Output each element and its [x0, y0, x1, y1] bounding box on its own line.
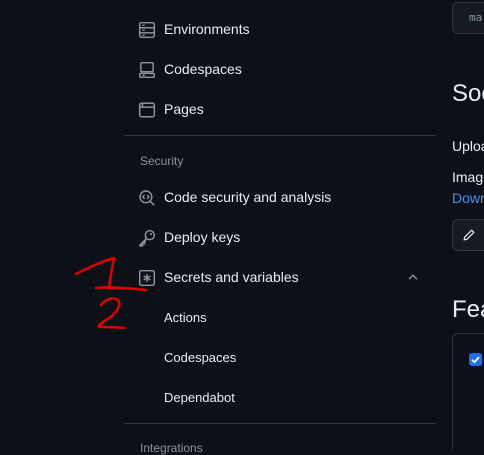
- chevron-up-icon[interactable]: [406, 270, 420, 284]
- sidebar-item-deploy-keys[interactable]: Deploy keys: [124, 219, 436, 255]
- codescan-icon: [138, 189, 156, 207]
- main-content: ma Soc Uploa Imag Dowr Fea: [452, 0, 484, 449]
- sidebar-subitem-dependabot[interactable]: Dependabot: [124, 379, 436, 415]
- upload-text: Uploa: [452, 138, 484, 154]
- sidebar-item-code-security[interactable]: Code security and analysis: [124, 179, 436, 215]
- sidebar-item-label: Pages: [164, 101, 204, 117]
- settings-sidebar: Environments Codespaces Pages Security C…: [124, 0, 436, 455]
- annotation-2: [97, 297, 126, 330]
- server-icon: [138, 21, 156, 39]
- sidebar-item-secrets-and-variables[interactable]: Secrets and variables: [124, 259, 436, 295]
- image-text: Imag: [452, 169, 484, 185]
- asterisk-icon: [138, 269, 156, 287]
- browser-icon: [138, 101, 156, 119]
- sidebar-subitem-codespaces[interactable]: Codespaces: [124, 339, 436, 375]
- sidebar-subitem-label: Dependabot: [164, 390, 235, 405]
- codespaces-icon: [138, 61, 156, 79]
- sidebar-subitem-label: Actions: [164, 310, 207, 325]
- sidebar-subitem-actions[interactable]: Actions: [124, 299, 436, 335]
- code-pill: ma: [452, 2, 484, 34]
- features-box: [452, 333, 484, 449]
- sidebar-item-label: Code security and analysis: [164, 189, 332, 205]
- sidebar-item-label: Deploy keys: [164, 229, 241, 245]
- sidebar-item-label: Codespaces: [164, 61, 242, 77]
- section-title-security: Security: [140, 154, 184, 168]
- sidebar-item-codespaces[interactable]: Codespaces: [124, 51, 436, 87]
- feature-checkbox[interactable]: [469, 353, 482, 366]
- section-heading-social-preview: Soc: [452, 80, 484, 107]
- section-divider: [124, 423, 436, 424]
- sidebar-item-environments[interactable]: Environments: [124, 11, 436, 47]
- sidebar-subitem-label: Codespaces: [164, 350, 237, 365]
- section-heading-features: Fea: [452, 296, 484, 323]
- key-icon: [138, 229, 156, 247]
- sidebar-item-pages[interactable]: Pages: [124, 91, 436, 127]
- sidebar-item-label: Secrets and variables: [164, 269, 299, 285]
- code-pill-text: ma: [469, 11, 483, 24]
- edit-button[interactable]: [452, 219, 484, 251]
- section-title-integrations: Integrations: [140, 441, 203, 455]
- download-link[interactable]: Dowr: [452, 190, 484, 206]
- sidebar-item-label: Environments: [164, 21, 250, 37]
- pencil-icon: [462, 228, 476, 242]
- section-divider: [124, 135, 436, 136]
